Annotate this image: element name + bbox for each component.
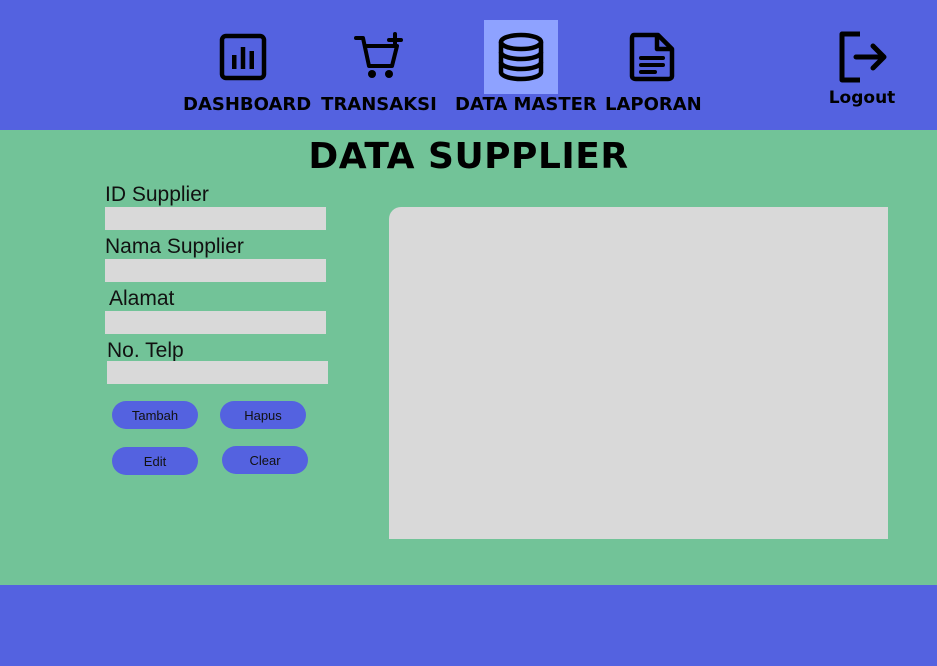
nama-supplier-label: Nama Supplier — [105, 235, 244, 258]
nav-label-transaksi: TRANSAKSI — [321, 94, 437, 115]
footer-bar — [0, 585, 937, 666]
chart-icon — [206, 20, 280, 94]
no-telp-input[interactable] — [107, 361, 328, 384]
id-supplier-label: ID Supplier — [105, 183, 209, 206]
alamat-label: Alamat — [109, 287, 175, 310]
logout-icon — [825, 24, 899, 90]
logout-label: Logout — [828, 88, 896, 108]
nav-label-data-master: DATA MASTER — [455, 94, 597, 115]
tambah-button[interactable]: Tambah — [112, 401, 198, 429]
nav-item-transaksi[interactable]: TRANSAKSI — [321, 20, 437, 120]
edit-button[interactable]: Edit — [112, 447, 198, 475]
nav-item-data-master[interactable]: DATA MASTER — [455, 20, 597, 120]
nav-label-laporan: LAPORAN — [605, 94, 702, 115]
logout-button[interactable]: Logout — [825, 24, 899, 124]
nama-supplier-input[interactable] — [105, 259, 326, 282]
top-navigation-bar: DASHBOARD TRANSAKSI DATA MASTER LAPORAN … — [0, 0, 937, 130]
document-icon — [615, 20, 689, 94]
hapus-button[interactable]: Hapus — [220, 401, 306, 429]
nav-label-dashboard: DASHBOARD — [183, 94, 312, 115]
no-telp-label: No. Telp — [107, 339, 184, 362]
database-icon — [484, 20, 558, 94]
cart-add-icon — [342, 20, 416, 94]
supplier-table-panel[interactable] — [389, 207, 888, 539]
page-title: DATA SUPPLIER — [308, 136, 629, 177]
nav-item-laporan[interactable]: LAPORAN — [605, 20, 702, 120]
alamat-input[interactable] — [105, 311, 326, 334]
nav-item-dashboard[interactable]: DASHBOARD — [183, 20, 312, 120]
id-supplier-input[interactable] — [105, 207, 326, 230]
clear-button[interactable]: Clear — [222, 446, 308, 474]
